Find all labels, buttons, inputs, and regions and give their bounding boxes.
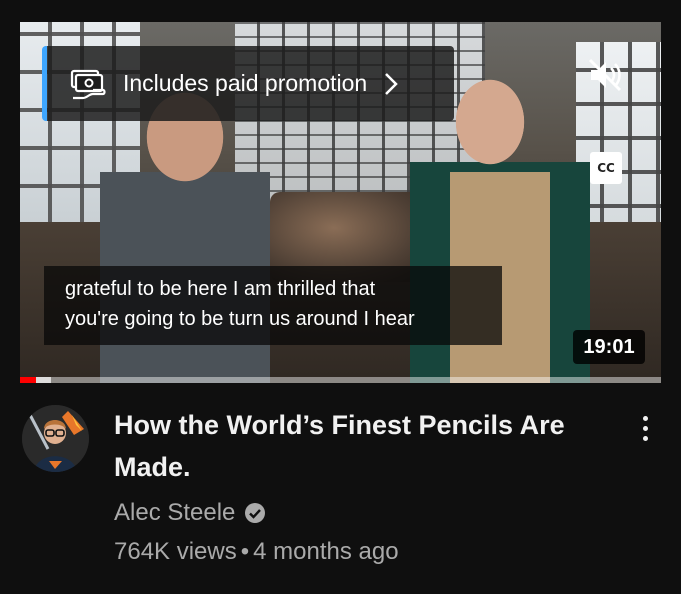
caption-box: grateful to be here I am thrilled that y… [44, 266, 502, 345]
paid-promotion-icon [70, 69, 106, 99]
more-vert-icon[interactable] [632, 410, 658, 446]
channel-name[interactable]: Alec Steele [114, 499, 235, 527]
view-count: 764K views [114, 538, 237, 565]
progress-played [20, 377, 37, 383]
cc-label: CC [597, 161, 615, 175]
paid-promotion-banner[interactable]: Includes paid promotion [42, 46, 454, 121]
caption-line: grateful to be here I am thrilled that [65, 278, 376, 300]
avatar-image [22, 405, 89, 472]
verified-check-icon [245, 503, 266, 523]
progress-bar[interactable] [20, 377, 661, 383]
upload-age: 4 months ago [253, 538, 399, 565]
progress-buffered [36, 377, 51, 383]
video-title[interactable]: How the World’s Finest Pencils Are Made. [114, 404, 614, 488]
paid-promotion-label: Includes paid promotion [123, 70, 368, 96]
duration-badge: 19:01 [573, 330, 645, 364]
volume-muted-icon[interactable] [586, 56, 624, 94]
video-player[interactable]: Includes paid promotion CC grateful to b… [20, 22, 661, 383]
separator-dot: • [240, 538, 250, 565]
channel-avatar[interactable] [22, 405, 89, 472]
caption-line: you're going to be turn us around I hear [65, 308, 415, 330]
channel-row[interactable]: Alec Steele [114, 499, 266, 527]
video-stats: 764K views • 4 months ago [114, 538, 399, 566]
video-card[interactable]: Includes paid promotion CC grateful to b… [0, 0, 681, 594]
chevron-right-icon [385, 72, 398, 95]
closed-captions-icon[interactable]: CC [590, 152, 622, 184]
